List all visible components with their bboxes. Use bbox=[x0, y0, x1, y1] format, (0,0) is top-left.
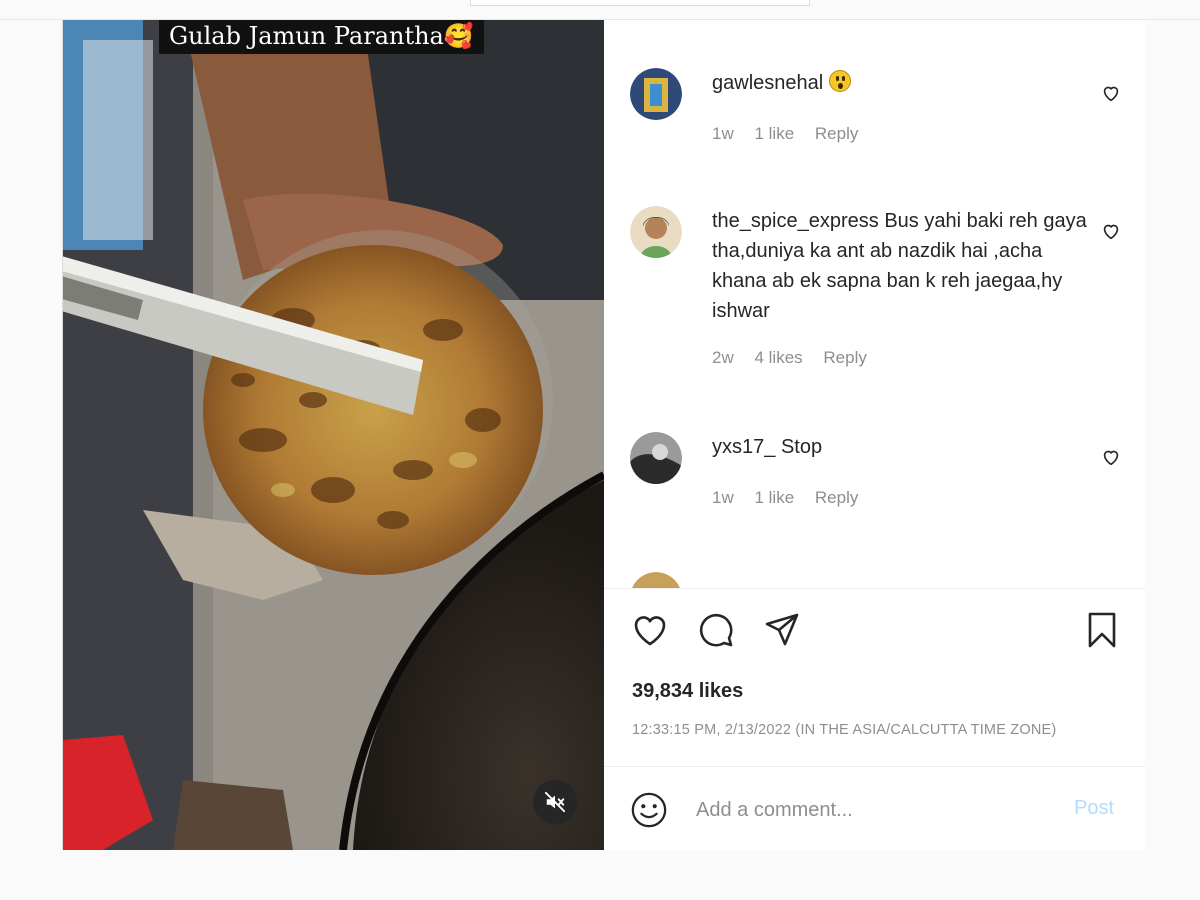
comment-like-heart-icon[interactable] bbox=[1100, 220, 1122, 242]
comment-likes-count[interactable]: 1 like bbox=[754, 124, 794, 143]
comment-age: 1w bbox=[712, 488, 734, 507]
comment-username[interactable]: the_spice_express bbox=[712, 210, 879, 232]
comment-icon[interactable] bbox=[696, 610, 736, 650]
avatar[interactable] bbox=[630, 432, 682, 484]
comments-list[interactable]: gawlesnehal 1w 1 like Reply the_spice_ex… bbox=[604, 20, 1145, 588]
browser-top-strip bbox=[0, 0, 1200, 20]
mute-button[interactable] bbox=[533, 780, 577, 824]
bookmark-icon[interactable] bbox=[1082, 610, 1122, 650]
comment-likes-count[interactable]: 4 likes bbox=[754, 348, 802, 367]
comment-age: 2w bbox=[712, 348, 734, 367]
avatar[interactable] bbox=[630, 206, 682, 258]
instagram-post: Gulab Jamun Parantha🥰 gawlesnehal 1w 1 l… bbox=[62, 20, 1145, 850]
post-comment-button[interactable]: Post bbox=[1074, 797, 1114, 820]
post-timestamp: 12:33:15 PM, 2/13/2022 (IN THE ASIA/CALC… bbox=[632, 722, 1057, 738]
comment-username[interactable]: yxs17_ bbox=[712, 436, 775, 458]
post-video[interactable]: Gulab Jamun Parantha🥰 bbox=[63, 20, 604, 850]
speaker-muted-icon bbox=[544, 791, 566, 813]
divider bbox=[604, 588, 1145, 589]
reply-button[interactable]: Reply bbox=[823, 348, 866, 367]
comment-like-heart-icon[interactable] bbox=[1100, 82, 1122, 104]
avatar[interactable] bbox=[630, 68, 682, 120]
comment-meta: 1w 1 like Reply bbox=[712, 488, 874, 508]
tab-stub bbox=[470, 0, 810, 6]
heart-icon[interactable] bbox=[630, 610, 670, 650]
avatar[interactable] bbox=[630, 572, 682, 588]
comment-meta: 2w 4 likes Reply bbox=[712, 348, 883, 368]
reply-button[interactable]: Reply bbox=[815, 488, 858, 507]
comment-text: Stop bbox=[780, 436, 823, 458]
comment-meta: 1w 1 like Reply bbox=[712, 124, 874, 144]
post-actions-bar bbox=[630, 610, 1120, 650]
comment-age: 1w bbox=[712, 124, 734, 143]
video-caption-overlay: Gulab Jamun Parantha🥰 bbox=[159, 20, 484, 54]
add-comment-bar: Post bbox=[604, 766, 1145, 850]
comment-likes-count[interactable]: 1 like bbox=[754, 488, 794, 507]
paper-plane-icon[interactable] bbox=[762, 610, 802, 650]
astonished-face-emoji bbox=[828, 70, 851, 92]
comment-username[interactable]: gawlesnehal bbox=[712, 72, 823, 94]
post-side-panel: gawlesnehal 1w 1 like Reply the_spice_ex… bbox=[604, 20, 1145, 850]
video-frame-illustration bbox=[63, 20, 604, 850]
smiley-icon[interactable] bbox=[630, 791, 668, 829]
likes-count[interactable]: 39,834 likes bbox=[632, 680, 743, 703]
add-comment-input[interactable] bbox=[696, 793, 1056, 827]
reply-button[interactable]: Reply bbox=[815, 124, 858, 143]
comment-like-heart-icon[interactable] bbox=[1100, 446, 1122, 468]
